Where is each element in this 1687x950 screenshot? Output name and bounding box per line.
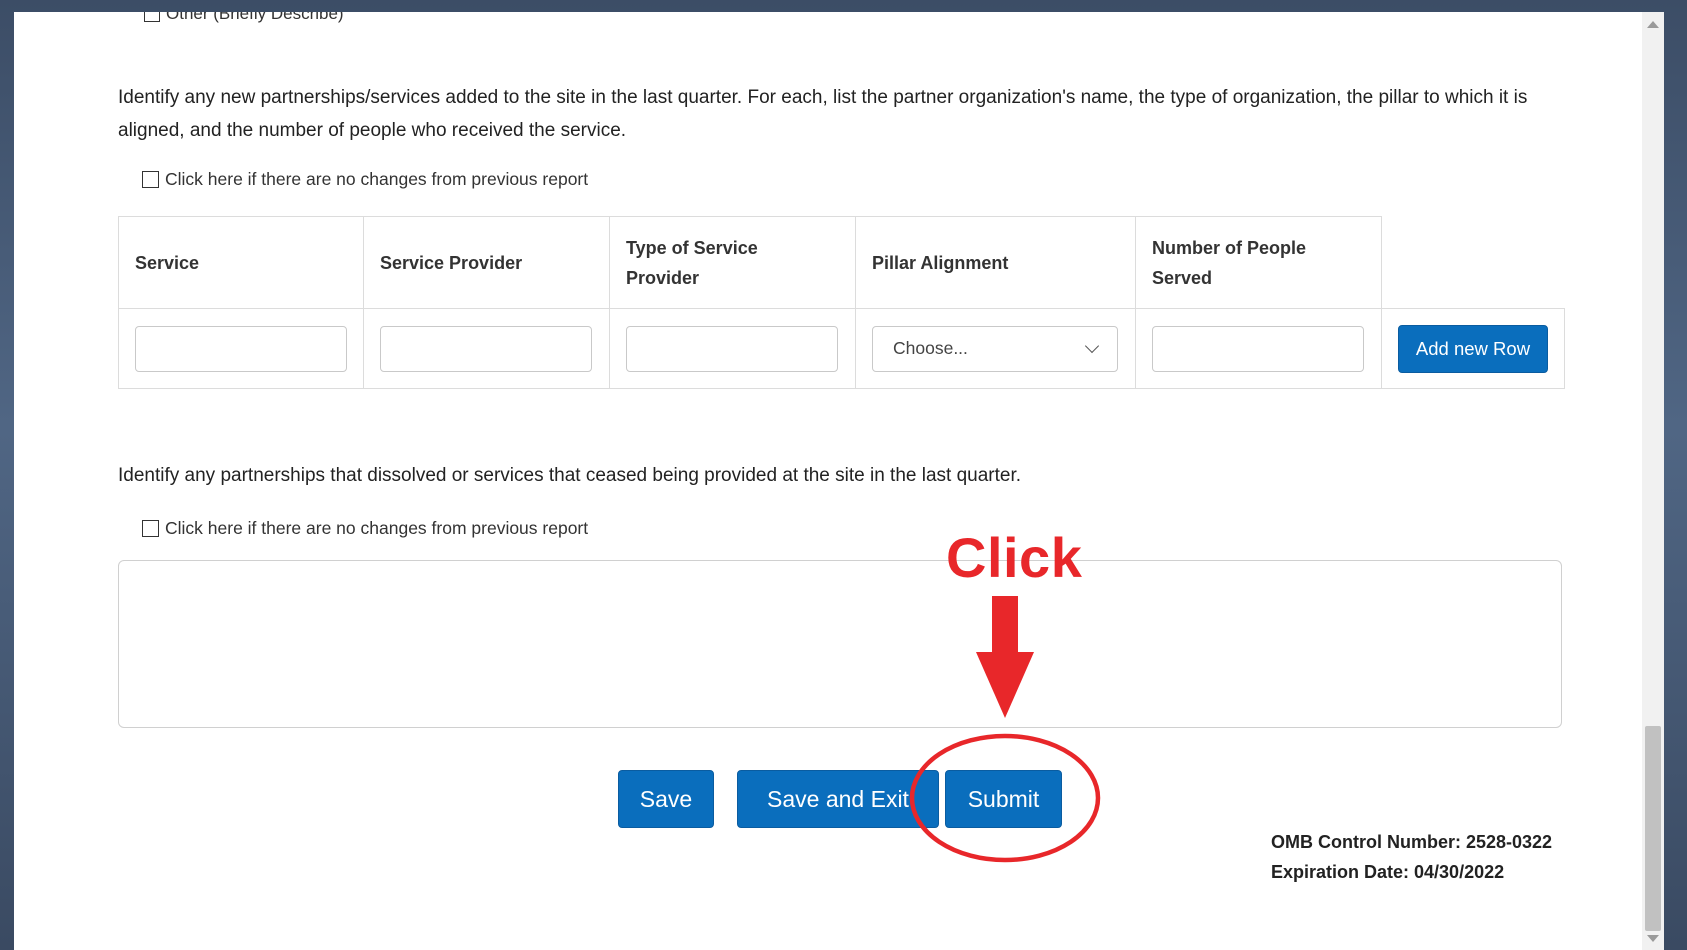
checkbox[interactable] [144, 12, 160, 22]
service-input[interactable] [135, 325, 347, 372]
select-value: Choose... [893, 338, 968, 358]
header-number-of-people-served: Number of People Served [1135, 216, 1382, 309]
scroll-down-arrow-icon[interactable] [1647, 935, 1659, 942]
services-table: Service Service Provider Type of Service… [118, 216, 1565, 389]
dissolved-partnerships-instructions: Identify any partnerships that dissolved… [118, 465, 1022, 486]
header-type-of-service-provider: Type of Service Provider [609, 216, 856, 309]
option-other-briefly-describe[interactable]: Other (Briefly Describe) [144, 12, 344, 24]
scroll-up-arrow-icon[interactable] [1647, 21, 1659, 28]
chevron-down-icon [1084, 338, 1100, 353]
checkbox[interactable] [142, 171, 159, 188]
type-of-service-provider-input[interactable] [626, 325, 838, 372]
new-partnerships-instructions: Identify any new partnerships/services a… [118, 87, 1528, 141]
header-pillar-alignment: Pillar Alignment [855, 216, 1136, 309]
checkbox[interactable] [142, 520, 159, 537]
cell-type-of-service-provider [609, 308, 856, 389]
no-changes-checkbox-new[interactable]: Click here if there are no changes from … [142, 169, 588, 190]
checkbox-label: Click here if there are no changes from … [165, 169, 589, 189]
cell-service [118, 308, 364, 389]
add-new-row-button[interactable]: Add new Row [1398, 324, 1548, 373]
header-service: Service [118, 216, 364, 309]
submit-button[interactable]: Submit [945, 770, 1062, 828]
cell-number-of-people-served [1135, 308, 1382, 389]
form-page: Other (Briefly Describe) Identify any ne… [14, 12, 1664, 950]
vertical-scrollbar[interactable] [1642, 12, 1664, 950]
save-and-exit-button[interactable]: Save and Exit [737, 770, 939, 828]
cell-add-row: Add new Row [1381, 308, 1565, 389]
save-button[interactable]: Save [618, 770, 714, 828]
header-service-provider: Service Provider [363, 216, 610, 309]
table-header-row: Service Service Provider Type of Service… [118, 216, 1565, 309]
header-type-of-service-provider-text: Type of Service Provider [626, 237, 758, 288]
scrollbar-thumb[interactable] [1645, 726, 1661, 931]
header-empty [1382, 217, 1565, 309]
omb-control-number: OMB Control Number: 2528-0322 [1271, 832, 1553, 852]
number-of-people-served-input[interactable] [1152, 325, 1364, 372]
option-label: Other (Briefly Describe) [166, 12, 344, 23]
table-row: Choose... Add new Row [118, 308, 1565, 389]
service-provider-input[interactable] [380, 325, 592, 372]
dissolved-partnerships-textarea[interactable] [118, 560, 1562, 728]
cell-service-provider [363, 308, 610, 389]
pillar-alignment-select[interactable]: Choose... [872, 325, 1118, 372]
expiration-date: Expiration Date: 04/30/2022 [1271, 862, 1505, 882]
checkbox-label: Click here if there are no changes from … [165, 518, 589, 538]
click-annotation-label: Click [946, 526, 1083, 589]
no-changes-checkbox-dissolved[interactable]: Click here if there are no changes from … [142, 518, 588, 539]
header-number-of-people-served-text: Number of People Served [1152, 237, 1307, 288]
cell-pillar-alignment: Choose... [855, 308, 1136, 389]
